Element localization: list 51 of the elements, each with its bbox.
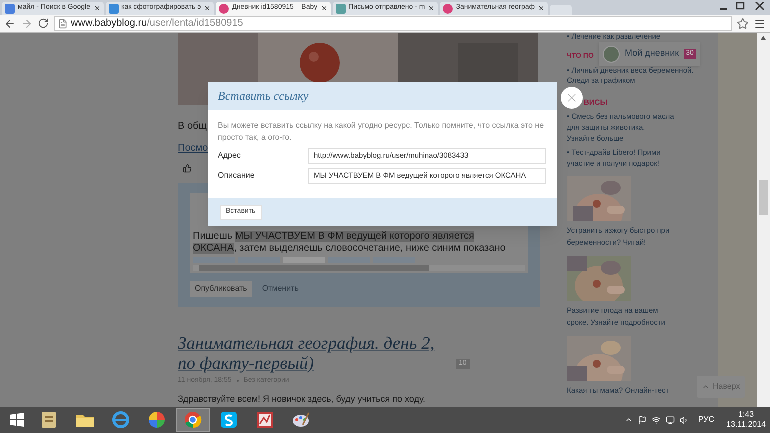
palette-icon: [291, 411, 311, 429]
notes-app-icon: [41, 411, 57, 429]
chevron-up-icon: [702, 383, 710, 391]
address-field[interactable]: www.babyblog.ru/user/lenta/id1580915: [54, 16, 732, 31]
url-text: www.babyblog.ru/user/lenta/id1580915: [71, 17, 244, 31]
chart-app-icon: [256, 411, 274, 429]
horizontal-scrollbar[interactable]: [193, 265, 525, 271]
blog-favicon-icon: [443, 4, 454, 14]
paragraph-text: В общ: [178, 120, 207, 134]
tray-icons-drawing: [624, 416, 689, 424]
dialog-message: Вы можете вставить ссылку на какой угодно ресурс. Только помните, что ссылка это не просто так, а ого-го.: [218, 120, 546, 144]
like-icon[interactable]: [183, 164, 192, 173]
reload-icon[interactable]: [38, 18, 49, 29]
clock-time: 1:43: [738, 410, 754, 420]
post-text: Здравствуйте всем! Я новичок здесь, буду учиться по ходу.: [178, 392, 427, 406]
skype-icon: [220, 411, 238, 429]
field-label: Описание: [218, 170, 256, 182]
windows-start-icon[interactable]: [10, 413, 24, 427]
close-icon[interactable]: [320, 5, 328, 12]
page-icon: [58, 18, 68, 28]
close-icon[interactable]: [94, 5, 100, 12]
field-label: Адрес: [218, 150, 242, 162]
google-favicon-icon: [5, 4, 15, 14]
window-controls-drawing: [720, 2, 764, 10]
scroll-up-arrow-icon[interactable]: [761, 36, 766, 40]
my-diary-label: Мой дневник: [625, 47, 680, 60]
chrome-icon: [184, 411, 202, 429]
back-icon[interactable]: [4, 18, 16, 30]
close-button[interactable]: [561, 87, 583, 109]
close-icon[interactable]: [538, 5, 545, 12]
mail-favicon-icon: [336, 4, 346, 14]
post-title[interactable]: Занимательная география. день 2, по факту-первый): [178, 333, 450, 373]
publish-button[interactable]: Опубликовать: [190, 281, 252, 297]
color-wheel-icon: [148, 411, 166, 429]
blog-favicon-icon: [219, 4, 230, 14]
avatar: [603, 46, 620, 62]
folder-icon: [75, 412, 95, 428]
clock-date: 13.11.2014: [726, 420, 766, 430]
browser-e-icon: [111, 410, 131, 430]
dialog-title: Вставить ссылку: [218, 88, 309, 105]
view-link[interactable]: Посмо: [178, 141, 208, 156]
close-icon[interactable]: [204, 5, 212, 12]
scrollbar-thumb[interactable]: [759, 180, 768, 215]
search-favicon-icon: [108, 4, 118, 14]
vertical-scrollbar[interactable]: [757, 33, 770, 407]
close-icon[interactable]: [428, 5, 436, 12]
language-indicator[interactable]: РУС: [698, 414, 715, 426]
menu-icon[interactable]: [754, 18, 766, 30]
bookmark-star-icon[interactable]: [737, 18, 749, 30]
cancel-link[interactable]: Отменить: [262, 283, 299, 295]
taskbar-app-button[interactable]: [176, 408, 210, 432]
